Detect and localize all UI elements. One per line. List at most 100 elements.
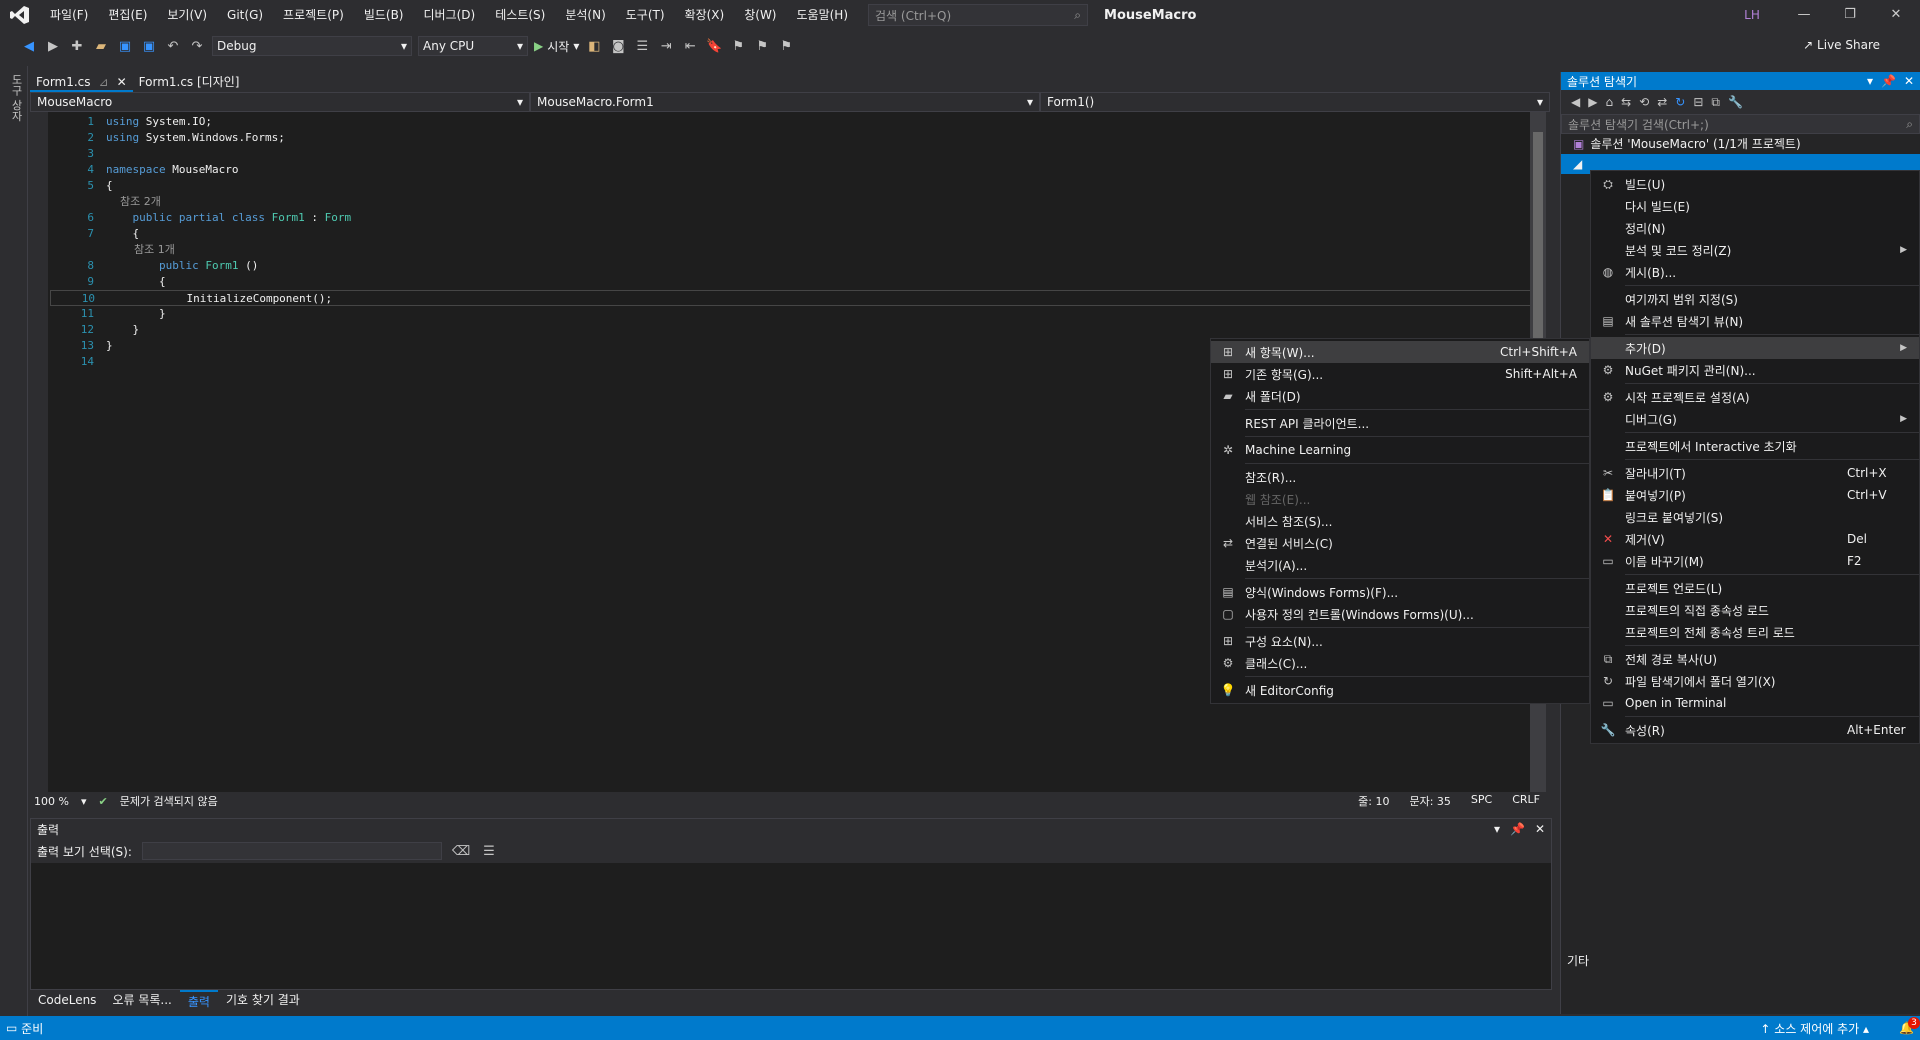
menu-item[interactable]: ⚙ NuGet 패키지 관리(N)... bbox=[1591, 359, 1919, 381]
menu-item[interactable]: ▰ 새 폴더(D) bbox=[1211, 385, 1589, 407]
code-line[interactable]: 10 InitializeComponent(); bbox=[50, 290, 1540, 306]
word-wrap-icon[interactable]: ☰ bbox=[480, 844, 498, 859]
menu-item[interactable]: REST API 클라이언트... bbox=[1211, 412, 1589, 434]
code-line[interactable]: 7 { bbox=[50, 226, 146, 242]
menu-item[interactable]: 여기까지 범위 지정(S) bbox=[1591, 288, 1919, 310]
menu-item[interactable]: ⧉ 전체 경로 복사(U) bbox=[1591, 648, 1919, 670]
code-line[interactable]: 14 bbox=[50, 354, 106, 370]
menu-item[interactable]: 프로젝트의 직접 종속성 로드 bbox=[1591, 599, 1919, 621]
chevron-down-icon[interactable]: ▾ bbox=[1867, 74, 1873, 88]
history-icon[interactable]: ⟲ bbox=[1639, 95, 1649, 109]
document-tab[interactable]: Form1.cs [디자인] bbox=[133, 72, 246, 92]
close-icon[interactable]: ✕ bbox=[1535, 822, 1545, 836]
clear-all-icon[interactable]: ⌫ bbox=[452, 844, 470, 859]
collapse-all-icon[interactable]: ⊟ bbox=[1693, 95, 1703, 109]
menu-item[interactable]: ⚙ 클래스(C)... bbox=[1211, 652, 1589, 674]
align-icon[interactable]: ☰ bbox=[633, 39, 651, 54]
menu-item[interactable]: ⚙ 시작 프로젝트로 설정(A) bbox=[1591, 386, 1919, 408]
menu-item[interactable]: 편집(E) bbox=[98, 0, 157, 30]
menu-item[interactable]: 분석(N) bbox=[555, 0, 615, 30]
code-line[interactable]: 9 { bbox=[50, 274, 172, 290]
solution-search-input[interactable]: 솔루션 탐색기 검색(Ctrl+;) ⌕ bbox=[1561, 114, 1920, 134]
menu-item[interactable]: ▢ 사용자 정의 컨트롤(Windows Forms)(U)... bbox=[1211, 603, 1589, 625]
menu-item[interactable]: ▤ 양식(Windows Forms)(F)... bbox=[1211, 581, 1589, 603]
menu-item[interactable]: 테스트(S) bbox=[485, 0, 555, 30]
notifications-icon[interactable]: 🔔 3 bbox=[1899, 1017, 1920, 1035]
live-share-button[interactable]: ↗ Live Share bbox=[1803, 38, 1880, 52]
search-input[interactable]: 검색 (Ctrl+Q) ⌕ bbox=[868, 4, 1089, 26]
code-line[interactable]: 8 public Form1 () bbox=[50, 258, 265, 274]
close-window-icon[interactable]: ✕ bbox=[1874, 0, 1918, 30]
menu-item[interactable]: 도움말(H) bbox=[787, 0, 859, 30]
menu-item[interactable]: 창(W) bbox=[734, 0, 786, 30]
bookmark-icon[interactable]: 🔖 bbox=[705, 39, 723, 54]
menu-item[interactable]: 📋 붙여넣기(P) Ctrl+V bbox=[1591, 484, 1919, 506]
open-folder-icon[interactable]: ▰ bbox=[92, 39, 110, 54]
menu-item[interactable]: Git(G) bbox=[217, 0, 273, 30]
menu-item[interactable]: 🔧 속성(R) Alt+Enter bbox=[1591, 719, 1919, 741]
clear-bookmarks-icon[interactable]: ⚑ bbox=[777, 39, 795, 54]
prev-bookmark-icon[interactable]: ⚑ bbox=[729, 39, 747, 54]
output-source-select[interactable] bbox=[141, 842, 442, 860]
menu-item[interactable]: ✕ 제거(V) Del bbox=[1591, 528, 1919, 550]
sync-icon[interactable]: ⇄ bbox=[1657, 95, 1667, 109]
menu-item[interactable]: ▤ 새 솔루션 탐색기 뷰(N) bbox=[1591, 310, 1919, 332]
menu-item[interactable]: 빌드(B) bbox=[354, 0, 414, 30]
line-ending-indicator[interactable]: CRLF bbox=[1512, 793, 1540, 809]
show-all-files-icon[interactable]: ⧉ bbox=[1711, 95, 1720, 110]
menu-item[interactable]: 파일(F) bbox=[40, 0, 98, 30]
outdent-icon[interactable]: ⇤ bbox=[681, 39, 699, 54]
menu-item[interactable]: ◍ 게시(B)... bbox=[1591, 261, 1919, 283]
save-all-icon[interactable]: ▣ bbox=[140, 39, 158, 54]
redo-icon[interactable]: ↷ bbox=[188, 39, 206, 54]
zoom-level[interactable]: 100 % bbox=[34, 795, 69, 808]
menu-item[interactable]: ⇄ 연결된 서비스(C) bbox=[1211, 532, 1589, 554]
code-line[interactable]: 참조 2개 bbox=[50, 194, 167, 210]
code-line[interactable]: 12 } bbox=[50, 322, 146, 338]
menu-item[interactable]: ⊞ 구성 요소(N)... bbox=[1211, 630, 1589, 652]
code-line[interactable]: 11 } bbox=[50, 306, 172, 322]
menu-item[interactable]: ⊞ 새 항목(W)... Ctrl+Shift+A bbox=[1211, 341, 1589, 363]
code-line[interactable]: 4 namespace MouseMacro bbox=[50, 162, 245, 178]
new-project-icon[interactable]: ✚ bbox=[68, 39, 86, 54]
code-line[interactable]: 5{ bbox=[50, 178, 119, 194]
toolbox-tab[interactable]: 도구 상자 bbox=[8, 74, 24, 122]
code-line[interactable]: 참조 1개 bbox=[50, 242, 181, 258]
solution-node[interactable]: ▣ 솔루션 'MouseMacro' (1/1개 프로젝트) bbox=[1561, 134, 1920, 154]
pin-icon[interactable]: 📌 bbox=[1881, 74, 1896, 88]
switch-views-icon[interactable]: ⇆ bbox=[1621, 95, 1631, 109]
whitespace-indicator[interactable]: SPC bbox=[1471, 793, 1492, 809]
class-dropdown[interactable]: MouseMacro.Form1 ▾ bbox=[530, 92, 1040, 112]
menu-item[interactable]: 확장(X) bbox=[675, 0, 735, 30]
start-debug-button[interactable]: ▶ 시작 ▾ bbox=[534, 38, 579, 55]
menu-item[interactable]: ✲ Machine Learning bbox=[1211, 439, 1589, 461]
forward-icon[interactable]: ▶ bbox=[44, 39, 62, 54]
menu-item[interactable]: ⊞ 기존 항목(G)... Shift+Alt+A bbox=[1211, 363, 1589, 385]
menu-item[interactable]: 추가(D) ▶ bbox=[1591, 337, 1919, 359]
menu-item[interactable]: 디버그(G) ▶ bbox=[1591, 408, 1919, 430]
bottom-tab[interactable]: 출력 bbox=[179, 990, 218, 1010]
refresh-icon[interactable]: ↻ bbox=[1675, 95, 1685, 109]
undo-icon[interactable]: ↶ bbox=[164, 39, 182, 54]
properties-icon[interactable]: 🔧 bbox=[1728, 95, 1743, 109]
menu-item[interactable]: ▭ 이름 바꾸기(M) F2 bbox=[1591, 550, 1919, 572]
save-icon[interactable]: ▣ bbox=[116, 39, 134, 54]
configuration-select[interactable]: Debug ▾ bbox=[212, 36, 412, 56]
menu-item[interactable]: 💡 새 EditorConfig bbox=[1211, 679, 1589, 701]
back-icon[interactable]: ◀ bbox=[1571, 95, 1580, 109]
menu-item[interactable]: 정리(N) bbox=[1591, 217, 1919, 239]
menu-item[interactable]: ↻ 파일 탐색기에서 폴더 열기(X) bbox=[1591, 670, 1919, 692]
menu-item[interactable]: ✂ 잘라내기(T) Ctrl+X bbox=[1591, 462, 1919, 484]
browser-link-icon[interactable]: ◧ bbox=[585, 39, 603, 54]
pin-icon[interactable]: 📌 bbox=[1510, 822, 1525, 836]
next-bookmark-icon[interactable]: ⚑ bbox=[753, 39, 771, 54]
code-line[interactable]: 6 public partial class Form1 : Form bbox=[50, 210, 358, 226]
menu-item[interactable]: 보기(V) bbox=[157, 0, 217, 30]
minimize-icon[interactable]: — bbox=[1782, 0, 1826, 30]
menu-item[interactable]: 디버그(D) bbox=[414, 0, 486, 30]
project-dropdown[interactable]: MouseMacro ▾ bbox=[30, 92, 530, 112]
bottom-tab[interactable]: 기호 찾기 결과 bbox=[218, 990, 308, 1010]
bottom-tab[interactable]: 오류 목록... bbox=[104, 990, 179, 1010]
back-icon[interactable]: ◀ bbox=[20, 39, 38, 54]
menu-item[interactable]: 프로젝트 언로드(L) bbox=[1591, 577, 1919, 599]
